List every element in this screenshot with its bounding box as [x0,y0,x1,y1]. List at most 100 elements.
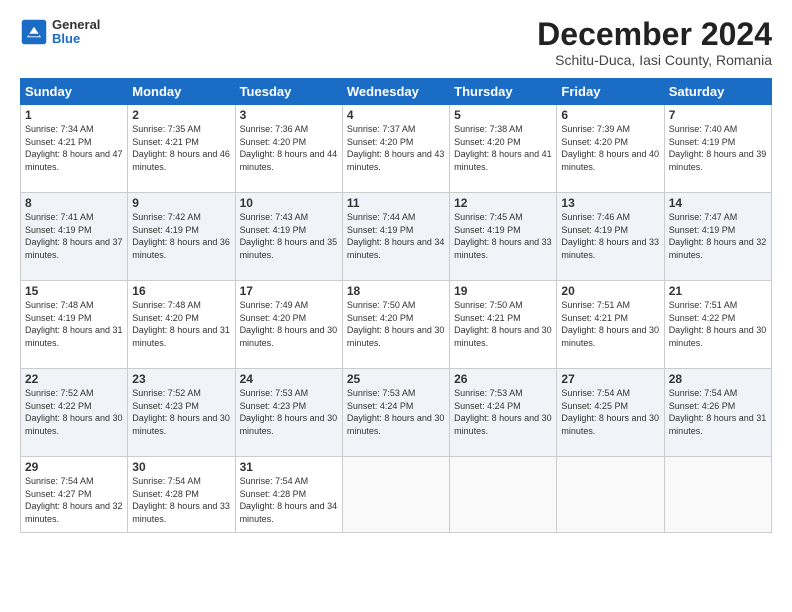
col-sunday: Sunday [21,79,128,105]
table-cell: 19 Sunrise: 7:50 AMSunset: 4:21 PMDaylig… [450,281,557,369]
day-number: 20 [561,284,659,298]
table-cell: 25 Sunrise: 7:53 AMSunset: 4:24 PMDaylig… [342,369,449,457]
cell-info: Sunrise: 7:41 AMSunset: 4:19 PMDaylight:… [25,212,123,260]
logo-icon [20,18,48,46]
table-cell: 10 Sunrise: 7:43 AMSunset: 4:19 PMDaylig… [235,193,342,281]
cell-info: Sunrise: 7:44 AMSunset: 4:19 PMDaylight:… [347,212,445,260]
table-cell [342,457,449,533]
table-cell: 31 Sunrise: 7:54 AMSunset: 4:28 PMDaylig… [235,457,342,533]
cell-info: Sunrise: 7:49 AMSunset: 4:20 PMDaylight:… [240,300,338,348]
cell-info: Sunrise: 7:53 AMSunset: 4:24 PMDaylight:… [347,388,445,436]
cell-info: Sunrise: 7:42 AMSunset: 4:19 PMDaylight:… [132,212,230,260]
day-number: 28 [669,372,767,386]
day-number: 5 [454,108,552,122]
cell-info: Sunrise: 7:50 AMSunset: 4:21 PMDaylight:… [454,300,552,348]
day-number: 26 [454,372,552,386]
day-number: 23 [132,372,230,386]
table-cell [664,457,771,533]
cell-info: Sunrise: 7:53 AMSunset: 4:24 PMDaylight:… [454,388,552,436]
table-cell: 11 Sunrise: 7:44 AMSunset: 4:19 PMDaylig… [342,193,449,281]
cell-info: Sunrise: 7:51 AMSunset: 4:21 PMDaylight:… [561,300,659,348]
day-number: 8 [25,196,123,210]
col-thursday: Thursday [450,79,557,105]
table-cell: 17 Sunrise: 7:49 AMSunset: 4:20 PMDaylig… [235,281,342,369]
cell-info: Sunrise: 7:39 AMSunset: 4:20 PMDaylight:… [561,124,659,172]
table-cell: 1 Sunrise: 7:34 AMSunset: 4:21 PMDayligh… [21,105,128,193]
table-cell: 23 Sunrise: 7:52 AMSunset: 4:23 PMDaylig… [128,369,235,457]
day-number: 4 [347,108,445,122]
day-number: 3 [240,108,338,122]
day-number: 16 [132,284,230,298]
day-number: 2 [132,108,230,122]
page: General Blue December 2024 Schitu-Duca, … [0,0,792,612]
day-number: 27 [561,372,659,386]
table-cell: 15 Sunrise: 7:48 AMSunset: 4:19 PMDaylig… [21,281,128,369]
day-number: 30 [132,460,230,474]
col-tuesday: Tuesday [235,79,342,105]
cell-info: Sunrise: 7:38 AMSunset: 4:20 PMDaylight:… [454,124,552,172]
col-wednesday: Wednesday [342,79,449,105]
table-cell [557,457,664,533]
table-cell: 4 Sunrise: 7:37 AMSunset: 4:20 PMDayligh… [342,105,449,193]
day-number: 29 [25,460,123,474]
location: Schitu-Duca, Iasi County, Romania [537,52,772,68]
table-cell: 6 Sunrise: 7:39 AMSunset: 4:20 PMDayligh… [557,105,664,193]
day-number: 21 [669,284,767,298]
table-cell: 14 Sunrise: 7:47 AMSunset: 4:19 PMDaylig… [664,193,771,281]
table-cell [450,457,557,533]
cell-info: Sunrise: 7:46 AMSunset: 4:19 PMDaylight:… [561,212,659,260]
table-cell: 28 Sunrise: 7:54 AMSunset: 4:26 PMDaylig… [664,369,771,457]
logo-text: General Blue [52,18,100,47]
cell-info: Sunrise: 7:52 AMSunset: 4:23 PMDaylight:… [132,388,230,436]
day-number: 7 [669,108,767,122]
cell-info: Sunrise: 7:36 AMSunset: 4:20 PMDaylight:… [240,124,338,172]
cell-info: Sunrise: 7:45 AMSunset: 4:19 PMDaylight:… [454,212,552,260]
day-number: 31 [240,460,338,474]
day-number: 14 [669,196,767,210]
cell-info: Sunrise: 7:50 AMSunset: 4:20 PMDaylight:… [347,300,445,348]
cell-info: Sunrise: 7:54 AMSunset: 4:28 PMDaylight:… [132,476,230,524]
cell-info: Sunrise: 7:43 AMSunset: 4:19 PMDaylight:… [240,212,338,260]
table-cell: 9 Sunrise: 7:42 AMSunset: 4:19 PMDayligh… [128,193,235,281]
col-monday: Monday [128,79,235,105]
logo-general: General [52,18,100,32]
table-cell: 13 Sunrise: 7:46 AMSunset: 4:19 PMDaylig… [557,193,664,281]
table-cell: 8 Sunrise: 7:41 AMSunset: 4:19 PMDayligh… [21,193,128,281]
table-cell: 27 Sunrise: 7:54 AMSunset: 4:25 PMDaylig… [557,369,664,457]
col-saturday: Saturday [664,79,771,105]
day-number: 6 [561,108,659,122]
day-number: 12 [454,196,552,210]
table-cell: 22 Sunrise: 7:52 AMSunset: 4:22 PMDaylig… [21,369,128,457]
table-cell: 5 Sunrise: 7:38 AMSunset: 4:20 PMDayligh… [450,105,557,193]
cell-info: Sunrise: 7:52 AMSunset: 4:22 PMDaylight:… [25,388,123,436]
table-cell: 20 Sunrise: 7:51 AMSunset: 4:21 PMDaylig… [557,281,664,369]
cell-info: Sunrise: 7:54 AMSunset: 4:26 PMDaylight:… [669,388,767,436]
cell-info: Sunrise: 7:54 AMSunset: 4:25 PMDaylight:… [561,388,659,436]
table-cell: 3 Sunrise: 7:36 AMSunset: 4:20 PMDayligh… [235,105,342,193]
cell-info: Sunrise: 7:48 AMSunset: 4:20 PMDaylight:… [132,300,230,348]
col-friday: Friday [557,79,664,105]
day-number: 15 [25,284,123,298]
day-number: 24 [240,372,338,386]
day-number: 22 [25,372,123,386]
table-cell: 29 Sunrise: 7:54 AMSunset: 4:27 PMDaylig… [21,457,128,533]
logo: General Blue [20,18,100,47]
table-cell: 21 Sunrise: 7:51 AMSunset: 4:22 PMDaylig… [664,281,771,369]
cell-info: Sunrise: 7:54 AMSunset: 4:27 PMDaylight:… [25,476,123,524]
cell-info: Sunrise: 7:53 AMSunset: 4:23 PMDaylight:… [240,388,338,436]
table-cell: 7 Sunrise: 7:40 AMSunset: 4:19 PMDayligh… [664,105,771,193]
calendar-header-row: Sunday Monday Tuesday Wednesday Thursday… [21,79,772,105]
cell-info: Sunrise: 7:51 AMSunset: 4:22 PMDaylight:… [669,300,767,348]
table-cell: 16 Sunrise: 7:48 AMSunset: 4:20 PMDaylig… [128,281,235,369]
table-cell: 18 Sunrise: 7:50 AMSunset: 4:20 PMDaylig… [342,281,449,369]
day-number: 19 [454,284,552,298]
cell-info: Sunrise: 7:35 AMSunset: 4:21 PMDaylight:… [132,124,230,172]
day-number: 1 [25,108,123,122]
table-cell: 12 Sunrise: 7:45 AMSunset: 4:19 PMDaylig… [450,193,557,281]
title-area: December 2024 Schitu-Duca, Iasi County, … [537,18,772,68]
day-number: 18 [347,284,445,298]
day-number: 25 [347,372,445,386]
cell-info: Sunrise: 7:47 AMSunset: 4:19 PMDaylight:… [669,212,767,260]
day-number: 11 [347,196,445,210]
day-number: 13 [561,196,659,210]
